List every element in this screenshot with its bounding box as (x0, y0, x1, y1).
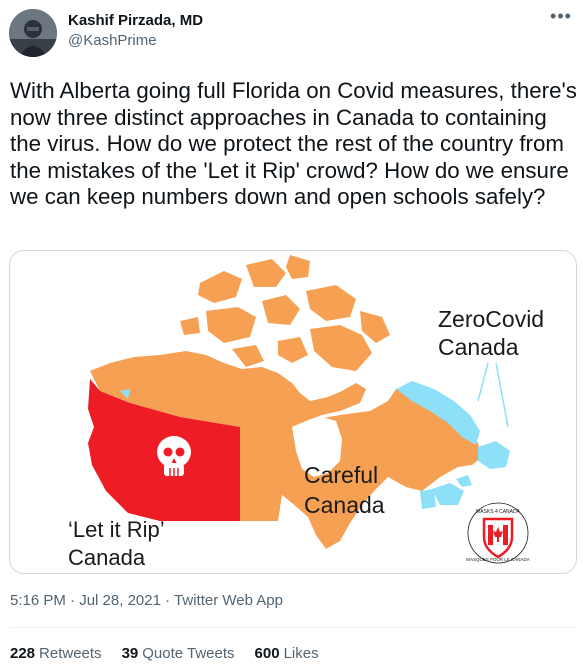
zerocovid-label-line2: Canada (438, 334, 519, 360)
more-horizontal-icon: ••• (550, 6, 572, 26)
logo-text-top: MASKS 4 CANADA (476, 509, 521, 515)
tweet-source[interactable]: Twitter Web App (174, 592, 283, 609)
tweet-date[interactable]: Jul 28, 2021 (79, 592, 161, 609)
divider (10, 627, 577, 628)
logo-text-bottom: MASQUES POUR LE CANADA (466, 557, 530, 562)
more-options-button[interactable]: ••• (548, 6, 574, 28)
retweets-label: Retweets (39, 645, 102, 662)
quote-tweets-count: 39 (121, 645, 139, 662)
pointer-line (477, 362, 489, 402)
avatar-image (9, 9, 57, 57)
likes-label: Likes (283, 645, 319, 662)
author-handle[interactable]: @KashPrime (68, 32, 157, 49)
likes-count: 600 (254, 645, 280, 662)
avatar[interactable] (9, 9, 57, 57)
quote-tweets-label: Quote Tweets (142, 645, 235, 662)
careful-label-line1: Careful (304, 462, 378, 488)
let-it-rip-label-line1: ‘Let it Rip’ (68, 517, 165, 542)
separator: · (165, 592, 171, 609)
careful-label-line2: Canada (304, 492, 385, 518)
engagement-stats: 228 Retweets 39 Quote Tweets 600 Likes (10, 645, 319, 662)
tweet-text: With Alberta going full Florida on Covid… (10, 78, 577, 209)
tweet: Kashif Pirzada, MD @KashPrime ••• With A… (0, 0, 587, 669)
masks4canada-logo: MASKS 4 CANADA MASQUES POUR LE CANADA (466, 502, 530, 564)
zerocovid-label-line1: ZeroCovid (438, 306, 544, 332)
likes-stat[interactable]: 600 Likes (255, 645, 319, 662)
pointer-line (495, 362, 509, 428)
retweets-stat[interactable]: 228 Retweets (10, 645, 102, 662)
tweet-metadata: 5:16 PM · Jul 28, 2021 · Twitter Web App (10, 592, 283, 609)
let-it-rip-label-line2: Canada (68, 545, 146, 570)
canada-approaches-map: ‘Let it Rip’ Canada Careful Canada ZeroC… (68, 255, 544, 570)
retweets-count: 228 (10, 645, 36, 662)
tweet-time[interactable]: 5:16 PM (10, 592, 66, 609)
tweet-media-image[interactable]: ‘Let it Rip’ Canada Careful Canada ZeroC… (9, 250, 577, 574)
arctic-islands (180, 255, 390, 371)
author-display-name[interactable]: Kashif Pirzada, MD (68, 12, 203, 29)
separator: · (70, 592, 76, 609)
quote-tweets-stat[interactable]: 39 Quote Tweets (122, 645, 235, 662)
